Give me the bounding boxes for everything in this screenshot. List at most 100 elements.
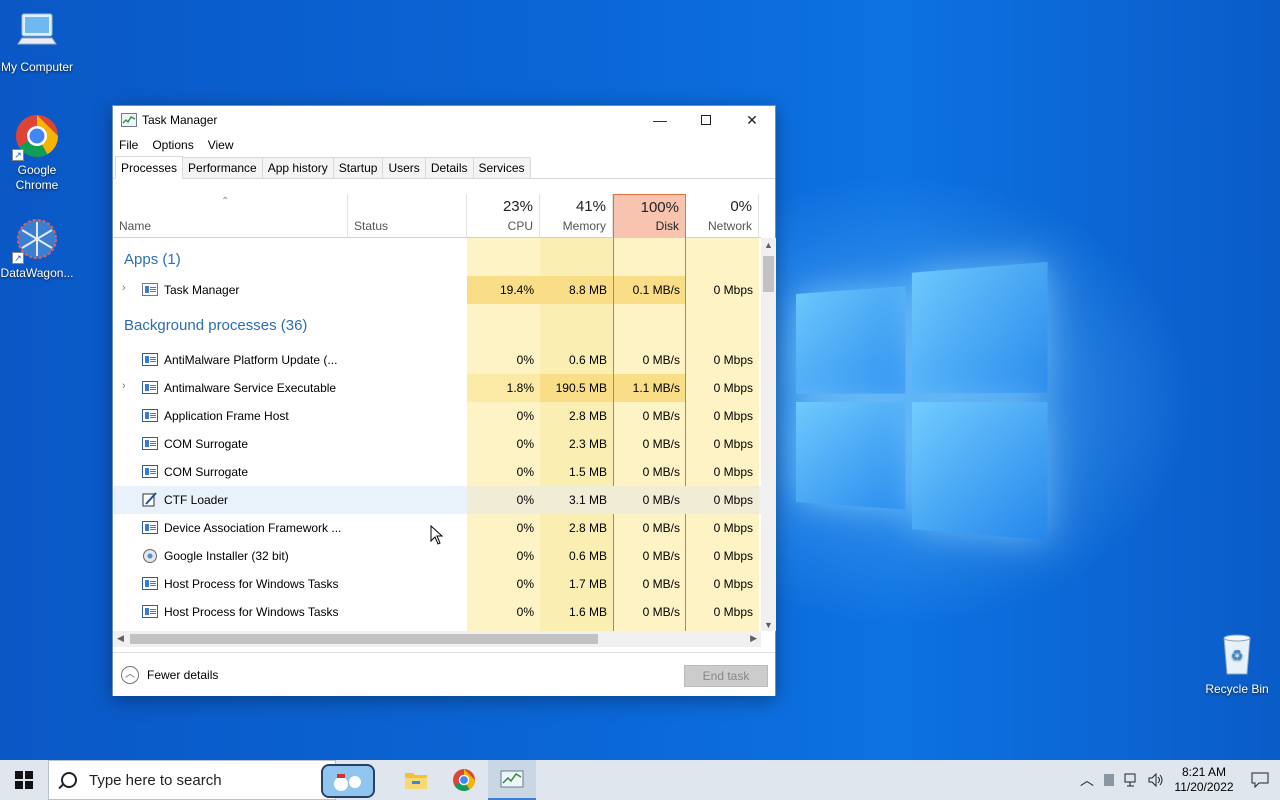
- vertical-scrollbar[interactable]: ▲ ▼: [761, 238, 776, 631]
- desktop-icon-label: Recycle Bin: [1205, 682, 1269, 696]
- mouse-cursor-icon: [430, 524, 444, 545]
- column-header-cpu[interactable]: 23% CPU: [467, 194, 540, 238]
- process-icon: [142, 381, 158, 394]
- shortcut-arrow-icon: ↗: [12, 252, 24, 264]
- scroll-up-icon[interactable]: ▲: [764, 240, 773, 250]
- close-icon: ✕: [746, 111, 758, 128]
- menu-bar: File Options View: [113, 134, 775, 156]
- column-header-power-partial[interactable]: P: [759, 194, 761, 238]
- search-icon: [61, 772, 77, 788]
- process-icon: [142, 605, 158, 618]
- column-header-name[interactable]: ⌃ Name: [113, 194, 348, 238]
- chrome-icon: [453, 769, 475, 791]
- table-row[interactable]: AntiMalware Platform Update (... 0% 0.6 …: [113, 346, 761, 374]
- desktop-icon-my-computer[interactable]: My Computer: [0, 10, 74, 75]
- table-row[interactable]: Google Installer (32 bit) 0% 0.6 MB 0 MB…: [113, 542, 761, 570]
- taskbar-file-explorer[interactable]: [392, 760, 440, 800]
- title-bar[interactable]: Task Manager — ✕: [113, 106, 775, 134]
- horizontal-scroll-thumb[interactable]: [130, 634, 598, 644]
- expand-chevron-icon[interactable]: ›: [122, 282, 126, 294]
- show-hidden-icons-chevron-icon[interactable]: ︿: [1076, 770, 1098, 790]
- scroll-left-icon[interactable]: ◀: [117, 633, 124, 644]
- clock-date: 11/20/2022: [1174, 780, 1234, 794]
- taskbar-task-manager[interactable]: [488, 760, 536, 800]
- task-manager-icon: [121, 113, 137, 127]
- sort-ascending-icon: ⌃: [221, 196, 230, 207]
- network-icon[interactable]: [1120, 773, 1144, 787]
- windows-start-icon: [15, 771, 33, 789]
- column-header-row: ⌃ Name Status 23% CPU 41% Memory 100% Di…: [113, 194, 761, 238]
- column-header-status[interactable]: Status: [348, 194, 467, 238]
- clock[interactable]: 8:21 AM 11/20/2022: [1168, 765, 1240, 795]
- task-manager-icon: [500, 770, 524, 788]
- maximize-icon: [701, 115, 711, 125]
- table-row[interactable]: Application Frame Host 0% 2.8 MB 0 MB/s …: [113, 402, 761, 430]
- desktop-icon-label: My Computer: [0, 60, 74, 74]
- table-row[interactable]: Host Process for Windows Tasks 0% 1.6 MB…: [113, 598, 761, 626]
- process-icon: [142, 353, 158, 366]
- taskbar-search-box[interactable]: Type here to search: [48, 760, 375, 800]
- tab-processes[interactable]: Processes: [115, 156, 184, 179]
- notepad-pen-icon: [142, 492, 158, 507]
- tab-app-history[interactable]: App history: [261, 157, 334, 178]
- group-header-apps[interactable]: Apps (1): [124, 251, 181, 268]
- minimize-icon: —: [653, 112, 667, 128]
- recycle-bin-icon: ♻: [1214, 632, 1260, 678]
- scroll-down-icon[interactable]: ▼: [764, 620, 773, 630]
- clock-time: 8:21 AM: [1181, 765, 1227, 779]
- column-header-disk[interactable]: 100% Disk: [613, 194, 686, 238]
- process-icon: [142, 409, 158, 422]
- taskbar: Type here to search ︿ 8:21 AM 11/20/2022: [0, 760, 1280, 800]
- volume-icon[interactable]: [1144, 773, 1168, 787]
- end-task-button[interactable]: End task: [684, 665, 768, 687]
- horizontal-scrollbar[interactable]: ◀ ▶: [113, 631, 761, 647]
- menu-options[interactable]: Options: [152, 138, 193, 152]
- folder-icon: [405, 773, 427, 789]
- minimize-button[interactable]: —: [637, 106, 683, 134]
- search-placeholder: Type here to search: [89, 771, 222, 789]
- process-icon: [142, 465, 158, 478]
- computer-icon: [14, 10, 60, 56]
- shortcut-arrow-icon: ↗: [12, 149, 24, 161]
- table-row[interactable]: › Task Manager 19.4% 8.8 MB 0.1 MB/s 0 M…: [113, 276, 761, 304]
- scroll-right-icon[interactable]: ▶: [750, 633, 757, 644]
- column-header-memory[interactable]: 41% Memory: [540, 194, 613, 238]
- tab-details[interactable]: Details: [424, 157, 474, 178]
- process-icon: [142, 437, 158, 450]
- group-header-background[interactable]: Background processes (36): [124, 317, 307, 334]
- task-manager-icon: [142, 283, 158, 296]
- start-button[interactable]: [0, 760, 48, 800]
- taskbar-google-chrome[interactable]: [440, 760, 488, 800]
- desktop-icon-datawagon[interactable]: ↗ DataWagon...: [0, 216, 74, 281]
- svg-text:♻: ♻: [1231, 648, 1244, 664]
- chevron-up-icon: ︿: [121, 666, 139, 684]
- fewer-details-button[interactable]: ︿ Fewer details: [121, 666, 218, 684]
- table-row-hovered[interactable]: CTF Loader 0% 3.1 MB 0 MB/s 0 Mbps: [113, 486, 761, 514]
- table-row[interactable]: Host Process for Windows Tasks 0% 1.7 MB…: [113, 570, 761, 598]
- desktop-icon-recycle-bin[interactable]: ♻ Recycle Bin: [1200, 632, 1274, 697]
- table-row[interactable]: › Antimalware Service Executable 1.8% 19…: [113, 374, 761, 402]
- maximize-button[interactable]: [683, 106, 729, 134]
- installer-icon: [142, 548, 158, 564]
- tab-services[interactable]: Services: [472, 157, 531, 178]
- tab-startup[interactable]: Startup: [332, 157, 384, 178]
- system-tray: ︿ 8:21 AM 11/20/2022: [1076, 760, 1280, 800]
- expand-chevron-icon[interactable]: ›: [122, 380, 126, 392]
- close-button[interactable]: ✕: [729, 106, 775, 134]
- table-row[interactable]: COM Surrogate 0% 2.3 MB 0 MB/s 0 Mbps: [113, 430, 761, 458]
- tab-strip: Processes Performance App history Startu…: [113, 156, 775, 179]
- snowflake-icon: ↗: [12, 216, 60, 264]
- column-header-network[interactable]: 0% Network: [686, 194, 759, 238]
- menu-file[interactable]: File: [119, 138, 138, 152]
- footer: ︿ Fewer details End task: [113, 652, 775, 696]
- tab-users[interactable]: Users: [382, 157, 426, 178]
- notification-center-icon[interactable]: [1240, 772, 1280, 788]
- tab-performance[interactable]: Performance: [182, 157, 263, 178]
- desktop-icon-google-chrome[interactable]: ↗ Google Chrome: [0, 113, 74, 193]
- table-row[interactable]: COM Surrogate 0% 1.5 MB 0 MB/s 0 Mbps: [113, 458, 761, 486]
- menu-view[interactable]: View: [208, 138, 234, 152]
- process-grid: ⌃ Name Status 23% CPU 41% Memory 100% Di…: [113, 194, 761, 631]
- vertical-scroll-thumb[interactable]: [763, 256, 774, 292]
- tray-app-icon[interactable]: [1098, 774, 1120, 786]
- search-highlight-icon: [321, 764, 375, 798]
